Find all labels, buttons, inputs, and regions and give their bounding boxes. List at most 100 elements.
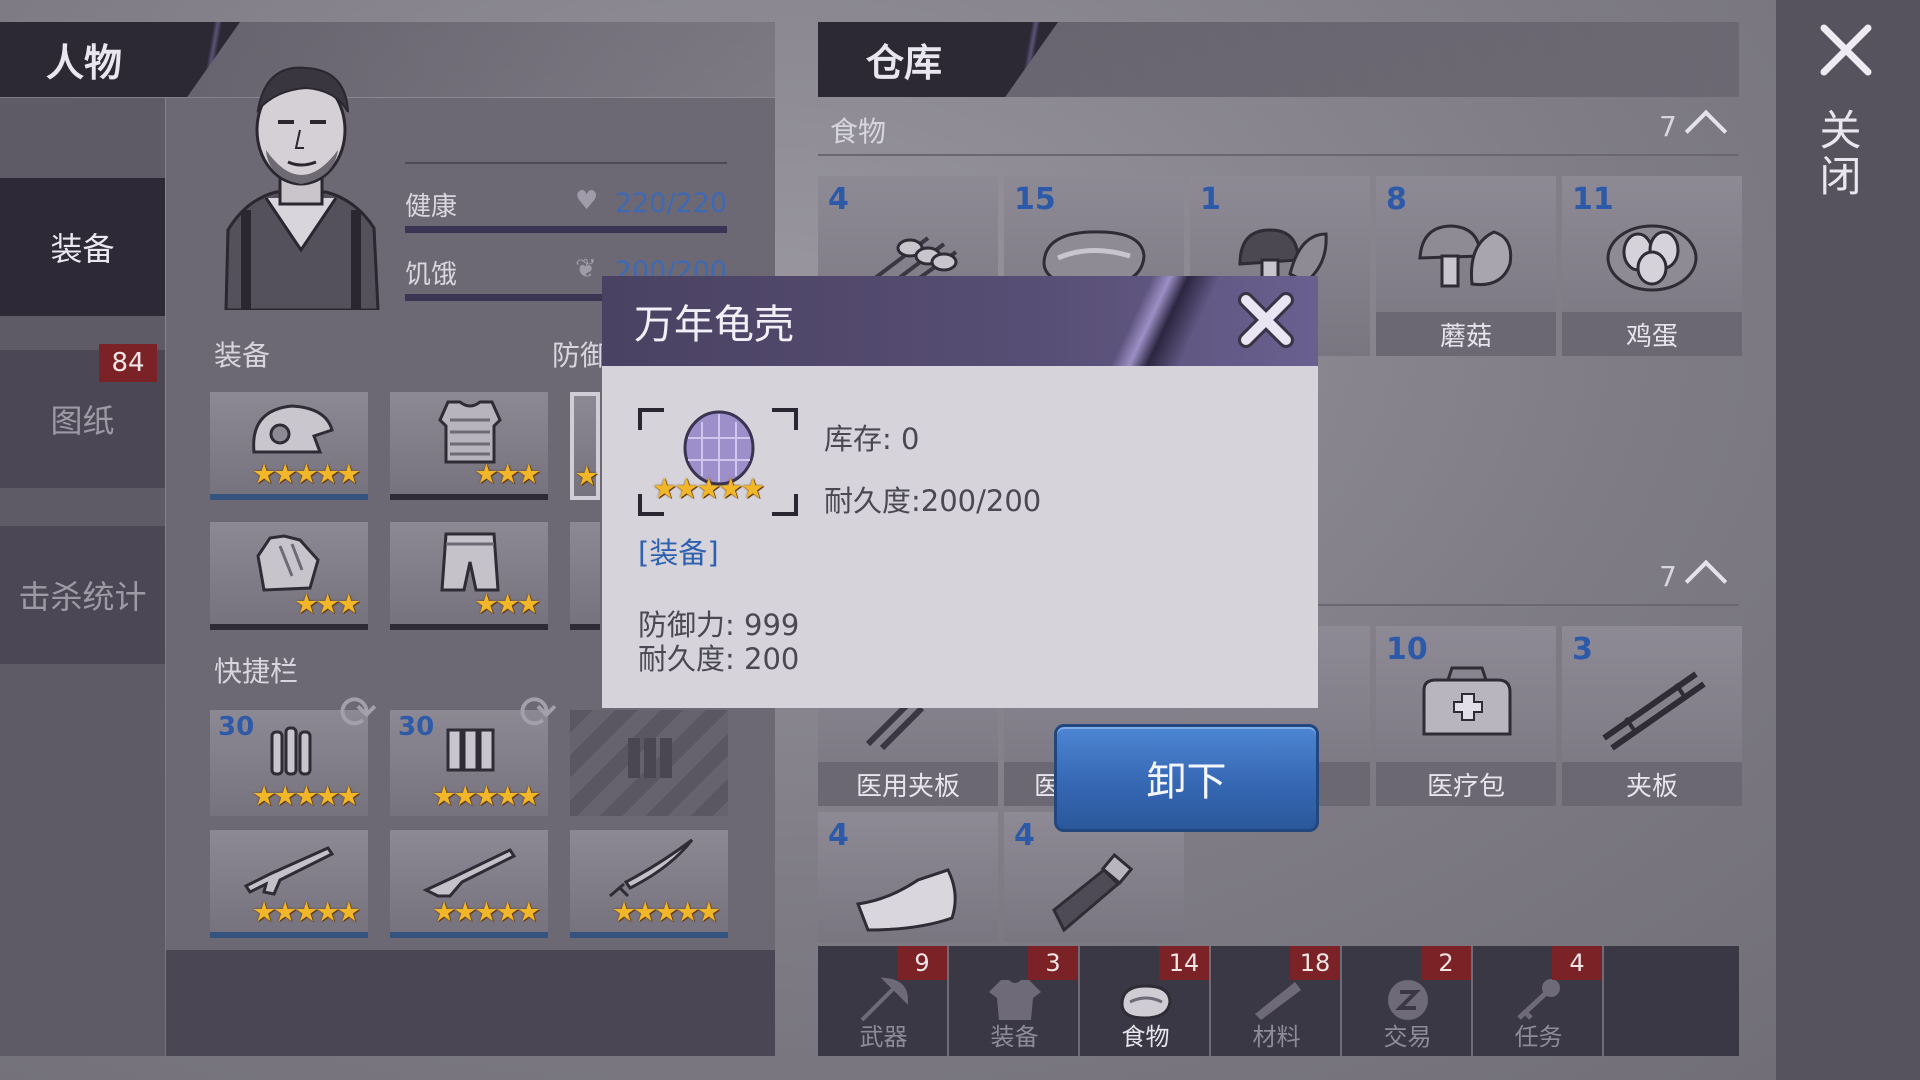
nav-kill-stats[interactable]: 击杀统计 bbox=[0, 526, 165, 664]
health-value: 220/220 bbox=[614, 188, 727, 219]
quickbar-slot-shotgun[interactable]: ★★★★★ bbox=[390, 830, 548, 938]
item-detail-popup: 万年龟壳 ★★★★★ 库存: 0 耐久度:200/200 [装备] 防御力: 9… bbox=[602, 276, 1318, 708]
tab-badge: 4 bbox=[1552, 946, 1602, 980]
unequip-button[interactable]: 卸下 bbox=[1054, 724, 1319, 832]
stomach-icon: ❦ bbox=[575, 254, 597, 284]
close-icon[interactable] bbox=[1818, 22, 1874, 78]
tab-badge: 18 bbox=[1290, 946, 1340, 980]
pants-stars: ★★★ bbox=[474, 589, 541, 620]
nav-blueprints[interactable]: 84 图纸 bbox=[0, 344, 165, 488]
health-bar bbox=[405, 226, 727, 233]
tab-food[interactable]: 14 食物 bbox=[1080, 946, 1211, 1056]
pill-bottle-icon bbox=[1052, 852, 1134, 933]
food-category-label: 食物 bbox=[830, 115, 887, 148]
bandage-icon bbox=[855, 868, 957, 932]
food-item-eggs[interactable]: 11 鸡蛋 bbox=[1562, 176, 1742, 356]
popup-body: ★★★★★ 库存: 0 耐久度:200/200 [装备] 防御力: 999 耐久… bbox=[602, 366, 1318, 708]
stats-divider bbox=[405, 162, 727, 164]
mushroom-icon bbox=[1418, 224, 1513, 288]
character-footer bbox=[166, 950, 775, 1056]
unequip-button-label: 卸下 bbox=[1146, 759, 1227, 805]
tab-materials[interactable]: 18 材料 bbox=[1211, 946, 1342, 1056]
pants-icon bbox=[440, 532, 500, 592]
warehouse-title: 仓库 bbox=[818, 22, 1058, 97]
food-item-mushroom[interactable]: 8 蘑菇 bbox=[1376, 176, 1556, 356]
nav-equipment[interactable]: 装备 bbox=[0, 178, 165, 316]
tab-label: 装备 bbox=[990, 1023, 1039, 1051]
defense-section-label: 防御 bbox=[552, 339, 609, 372]
assault-rifle-icon bbox=[243, 846, 335, 896]
chevron-up-icon bbox=[1684, 109, 1728, 153]
character-portrait bbox=[224, 66, 380, 310]
tab-label: 材料 bbox=[1252, 1023, 1301, 1051]
equipment-slot-boots[interactable] bbox=[570, 522, 600, 630]
swap-icon[interactable]: ⟳ bbox=[510, 684, 566, 740]
item-category-tag: [装备] bbox=[638, 536, 719, 570]
shotgun-ammo-stars: ★★★★★ bbox=[431, 781, 541, 812]
quickbar-section-label: 快捷栏 bbox=[214, 655, 299, 688]
frame-corner bbox=[772, 408, 798, 430]
equipment-slot-shell[interactable]: ★ bbox=[570, 392, 600, 500]
tab-tasks[interactable]: 4 任务 bbox=[1473, 946, 1604, 1056]
blueprints-badge: 84 bbox=[99, 344, 157, 382]
item-icon-frame: ★★★★★ bbox=[638, 408, 798, 516]
medkit-icon bbox=[1422, 666, 1512, 736]
item-qty: 1 bbox=[1200, 182, 1221, 217]
frame-corner bbox=[772, 494, 798, 516]
equipment-slot-pants[interactable]: ★★★ bbox=[390, 522, 548, 630]
warehouse-header: 仓库 bbox=[818, 22, 1739, 97]
equipment-section-label: 装备 bbox=[214, 339, 271, 372]
popup-title: 万年龟壳 bbox=[634, 302, 794, 348]
swap-icon[interactable]: ⟳ bbox=[330, 684, 386, 740]
tab-weapons[interactable]: 9 武器 bbox=[818, 946, 949, 1056]
close-icon[interactable] bbox=[1236, 290, 1296, 350]
chevron-up-icon bbox=[1684, 559, 1728, 603]
quickbar-slot-katana[interactable]: ★★★★★ bbox=[570, 830, 728, 938]
tab-label: 武器 bbox=[859, 1023, 908, 1051]
close-label[interactable]: 关闭 bbox=[1813, 108, 1868, 200]
rifle-ammo-stars: ★★★★★ bbox=[251, 781, 361, 812]
equipment-slot-body[interactable]: ★★★ bbox=[390, 392, 548, 500]
nav-blueprints-label: 图纸 bbox=[50, 402, 115, 440]
item-qty: 3 bbox=[1572, 632, 1593, 667]
medical-item-bandage[interactable]: 4 bbox=[818, 812, 998, 942]
equipment-slot-gloves[interactable]: ★★★ bbox=[210, 522, 368, 630]
equipment-slot-helmet[interactable]: ★★★★★ bbox=[210, 392, 368, 500]
item-name: 医用夹板 bbox=[818, 762, 998, 806]
tab-badge: 14 bbox=[1159, 946, 1209, 980]
warehouse-category-tabs: 9 武器 3 装备 14 食物 18 材料 2 交易 4 任务 bbox=[818, 946, 1739, 1056]
item-stars: ★★★★★ bbox=[652, 472, 766, 505]
locked-ammo-icon bbox=[628, 738, 672, 778]
tab-badge: 9 bbox=[897, 946, 947, 980]
quickbar-slot-locked bbox=[570, 710, 728, 816]
medical-item-medkit[interactable]: 10 医疗包 bbox=[1376, 626, 1556, 806]
nav-equipment-label: 装备 bbox=[50, 230, 115, 268]
katana-stars: ★★★★★ bbox=[611, 897, 721, 928]
tab-trade[interactable]: 2 交易 bbox=[1342, 946, 1473, 1056]
durability-stat-text: 耐久度: 200 bbox=[638, 642, 800, 676]
item-name: 医疗包 bbox=[1376, 762, 1556, 806]
helmet-icon bbox=[252, 404, 334, 454]
tab-badge: 3 bbox=[1028, 946, 1078, 980]
shotgun-ammo-icon bbox=[446, 728, 495, 772]
item-name: 鸡蛋 bbox=[1562, 312, 1742, 356]
close-column: 关闭 bbox=[1776, 0, 1920, 1080]
quickbar-slot-assault-rifle[interactable]: ★★★★★ bbox=[210, 830, 368, 938]
medical-item-splint[interactable]: 3 夹板 bbox=[1562, 626, 1742, 806]
popup-header: 万年龟壳 bbox=[602, 276, 1318, 366]
item-qty: 8 bbox=[1386, 182, 1407, 217]
tab-equipment[interactable]: 3 装备 bbox=[949, 946, 1080, 1056]
food-category-header[interactable]: 食物 7 bbox=[818, 102, 1739, 156]
character-title: 人物 bbox=[0, 22, 240, 97]
shell-stars: ★ bbox=[574, 461, 599, 492]
frame-corner bbox=[638, 408, 664, 430]
body-armor-stars: ★★★ bbox=[474, 459, 541, 490]
health-stat: 健康 ♥ 220/220 bbox=[405, 184, 727, 233]
tab-label: 食物 bbox=[1121, 1023, 1170, 1051]
health-label: 健康 bbox=[405, 192, 458, 222]
tab-label: 交易 bbox=[1383, 1023, 1432, 1051]
stock-text: 库存: 0 bbox=[824, 422, 920, 456]
hunger-label: 饥饿 bbox=[405, 260, 458, 290]
tab-badge: 2 bbox=[1421, 946, 1471, 980]
heart-icon: ♥ bbox=[575, 186, 599, 216]
